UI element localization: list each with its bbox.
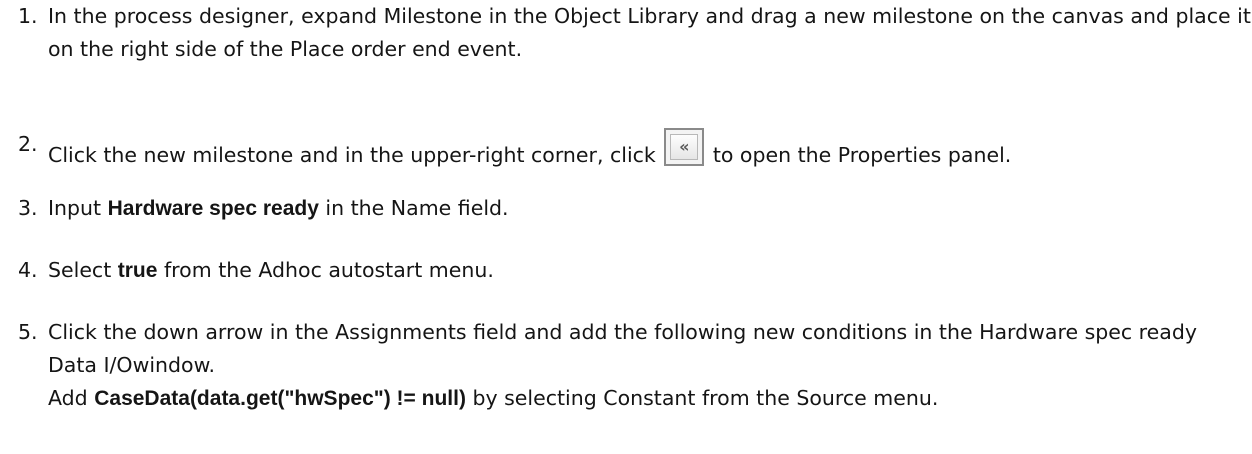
constant-term: Constant (603, 386, 696, 410)
input-value: Hardware spec ready (107, 197, 319, 220)
step-text: In the process designer, expand Mileston… (48, 0, 1252, 66)
text-run: Click the new milestone and in the upper… (48, 143, 663, 167)
adhoc-autostart-term: Adhoc autostart (258, 258, 423, 282)
document: 1. In the process designer, expand Miles… (0, 0, 1252, 454)
text-run: field. (451, 196, 509, 220)
source-term: Source (796, 386, 867, 410)
text-run: Click the down arrow in the (48, 320, 336, 344)
step-1: 1. In the process designer, expand Miles… (18, 0, 1252, 66)
text-run: field and add the following new conditio… (466, 320, 980, 344)
text-run: to open the (706, 143, 838, 167)
text-run: menu. (866, 386, 939, 410)
condition-expression: CaseData(data.get("hwSpec") != null) (94, 387, 466, 410)
step-3: 3. Input Hardware spec ready in the Name… (18, 192, 1252, 225)
text-run: window. (132, 353, 215, 377)
step-text: Click the new milestone and in the upper… (48, 128, 1252, 172)
assignments-term: Assignments (335, 320, 467, 344)
text-run: in the (318, 196, 391, 220)
step-text: Click the down arrow in the Assignments … (48, 316, 1252, 415)
double-chevron-left-icon: « (670, 134, 699, 160)
text-run: from the (157, 258, 259, 282)
step-text: Select true from the Adhoc autostart men… (48, 254, 1252, 287)
step-number: 2. (18, 132, 38, 156)
step-text: Input Hardware spec ready in the Name fi… (48, 192, 1252, 225)
text-run: by selecting (465, 386, 604, 410)
step-5: 5. Click the down arrow in the Assignmen… (18, 316, 1252, 415)
object-library-term: Object Library (554, 4, 699, 28)
text-run: Select (48, 258, 118, 282)
step-number: 4. (18, 258, 38, 282)
step-number: 1. (18, 4, 38, 28)
step-number: 3. (18, 196, 38, 220)
text-run: panel. (941, 143, 1012, 167)
text-run: from the (695, 386, 797, 410)
select-value: true (117, 259, 158, 282)
milestone-term: Milestone (383, 4, 483, 28)
collapse-panel-button: « (664, 128, 705, 166)
step-4: 4. Select true from the Adhoc autostart … (18, 254, 1252, 287)
text-run: Add (48, 386, 95, 410)
text-run: Input (48, 196, 108, 220)
text-run: In the process designer, expand (48, 4, 384, 28)
name-field-term: Name (390, 196, 452, 220)
place-order-term: Place order (289, 37, 406, 61)
step-2: 2. Click the new milestone and in the up… (18, 128, 1252, 172)
step-number: 5. (18, 320, 38, 344)
text-run: in the (482, 4, 555, 28)
text-run: end event. (405, 37, 523, 61)
properties-term: Properties (837, 143, 942, 167)
text-run: menu. (422, 258, 494, 282)
